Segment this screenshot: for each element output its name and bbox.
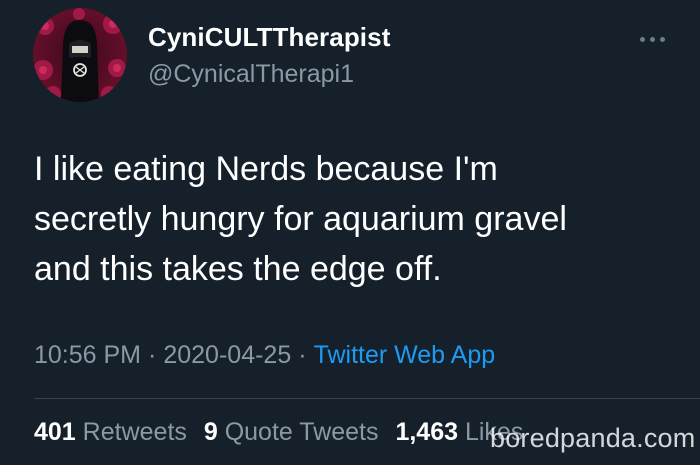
- more-options-button[interactable]: [630, 24, 674, 54]
- quote-tweets-label: Quote Tweets: [224, 418, 379, 446]
- meta-separator: ·: [298, 341, 307, 369]
- quote-tweets-count: 9: [203, 418, 218, 446]
- avatar[interactable]: [33, 8, 127, 102]
- source-link[interactable]: Twitter Web App: [314, 341, 496, 369]
- tweet-card: CyniCULTTherapist @CynicalTherapi1 I lik…: [0, 0, 700, 465]
- display-name[interactable]: CyniCULTTherapist: [148, 22, 390, 53]
- retweets-stat[interactable]: 401 Retweets: [34, 418, 187, 446]
- meta-separator: ·: [148, 341, 157, 369]
- quote-tweets-stat[interactable]: 9 Quote Tweets: [204, 418, 379, 446]
- watermark: boredpanda.com: [490, 423, 696, 453]
- avatar-hooded-figure-icon: [33, 8, 127, 102]
- engagement-stats: 401 Retweets 9 Quote Tweets 1,463 Likes: [34, 418, 533, 447]
- more-options-icon: [639, 36, 665, 42]
- tweet-time[interactable]: 10:56 PM: [34, 341, 141, 369]
- tweet-text: I like eating Nerds because I'm secretly…: [34, 150, 567, 288]
- likes-count: 1,463: [395, 418, 459, 446]
- tweet-meta: 10:56 PM · 2020-04-25 · Twitter Web App: [34, 341, 495, 370]
- tweet-date[interactable]: 2020-04-25: [163, 341, 291, 369]
- username[interactable]: @CynicalTherapi1: [148, 60, 354, 89]
- divider: [34, 398, 700, 399]
- retweets-label: Retweets: [82, 418, 187, 446]
- retweets-count: 401: [34, 418, 76, 446]
